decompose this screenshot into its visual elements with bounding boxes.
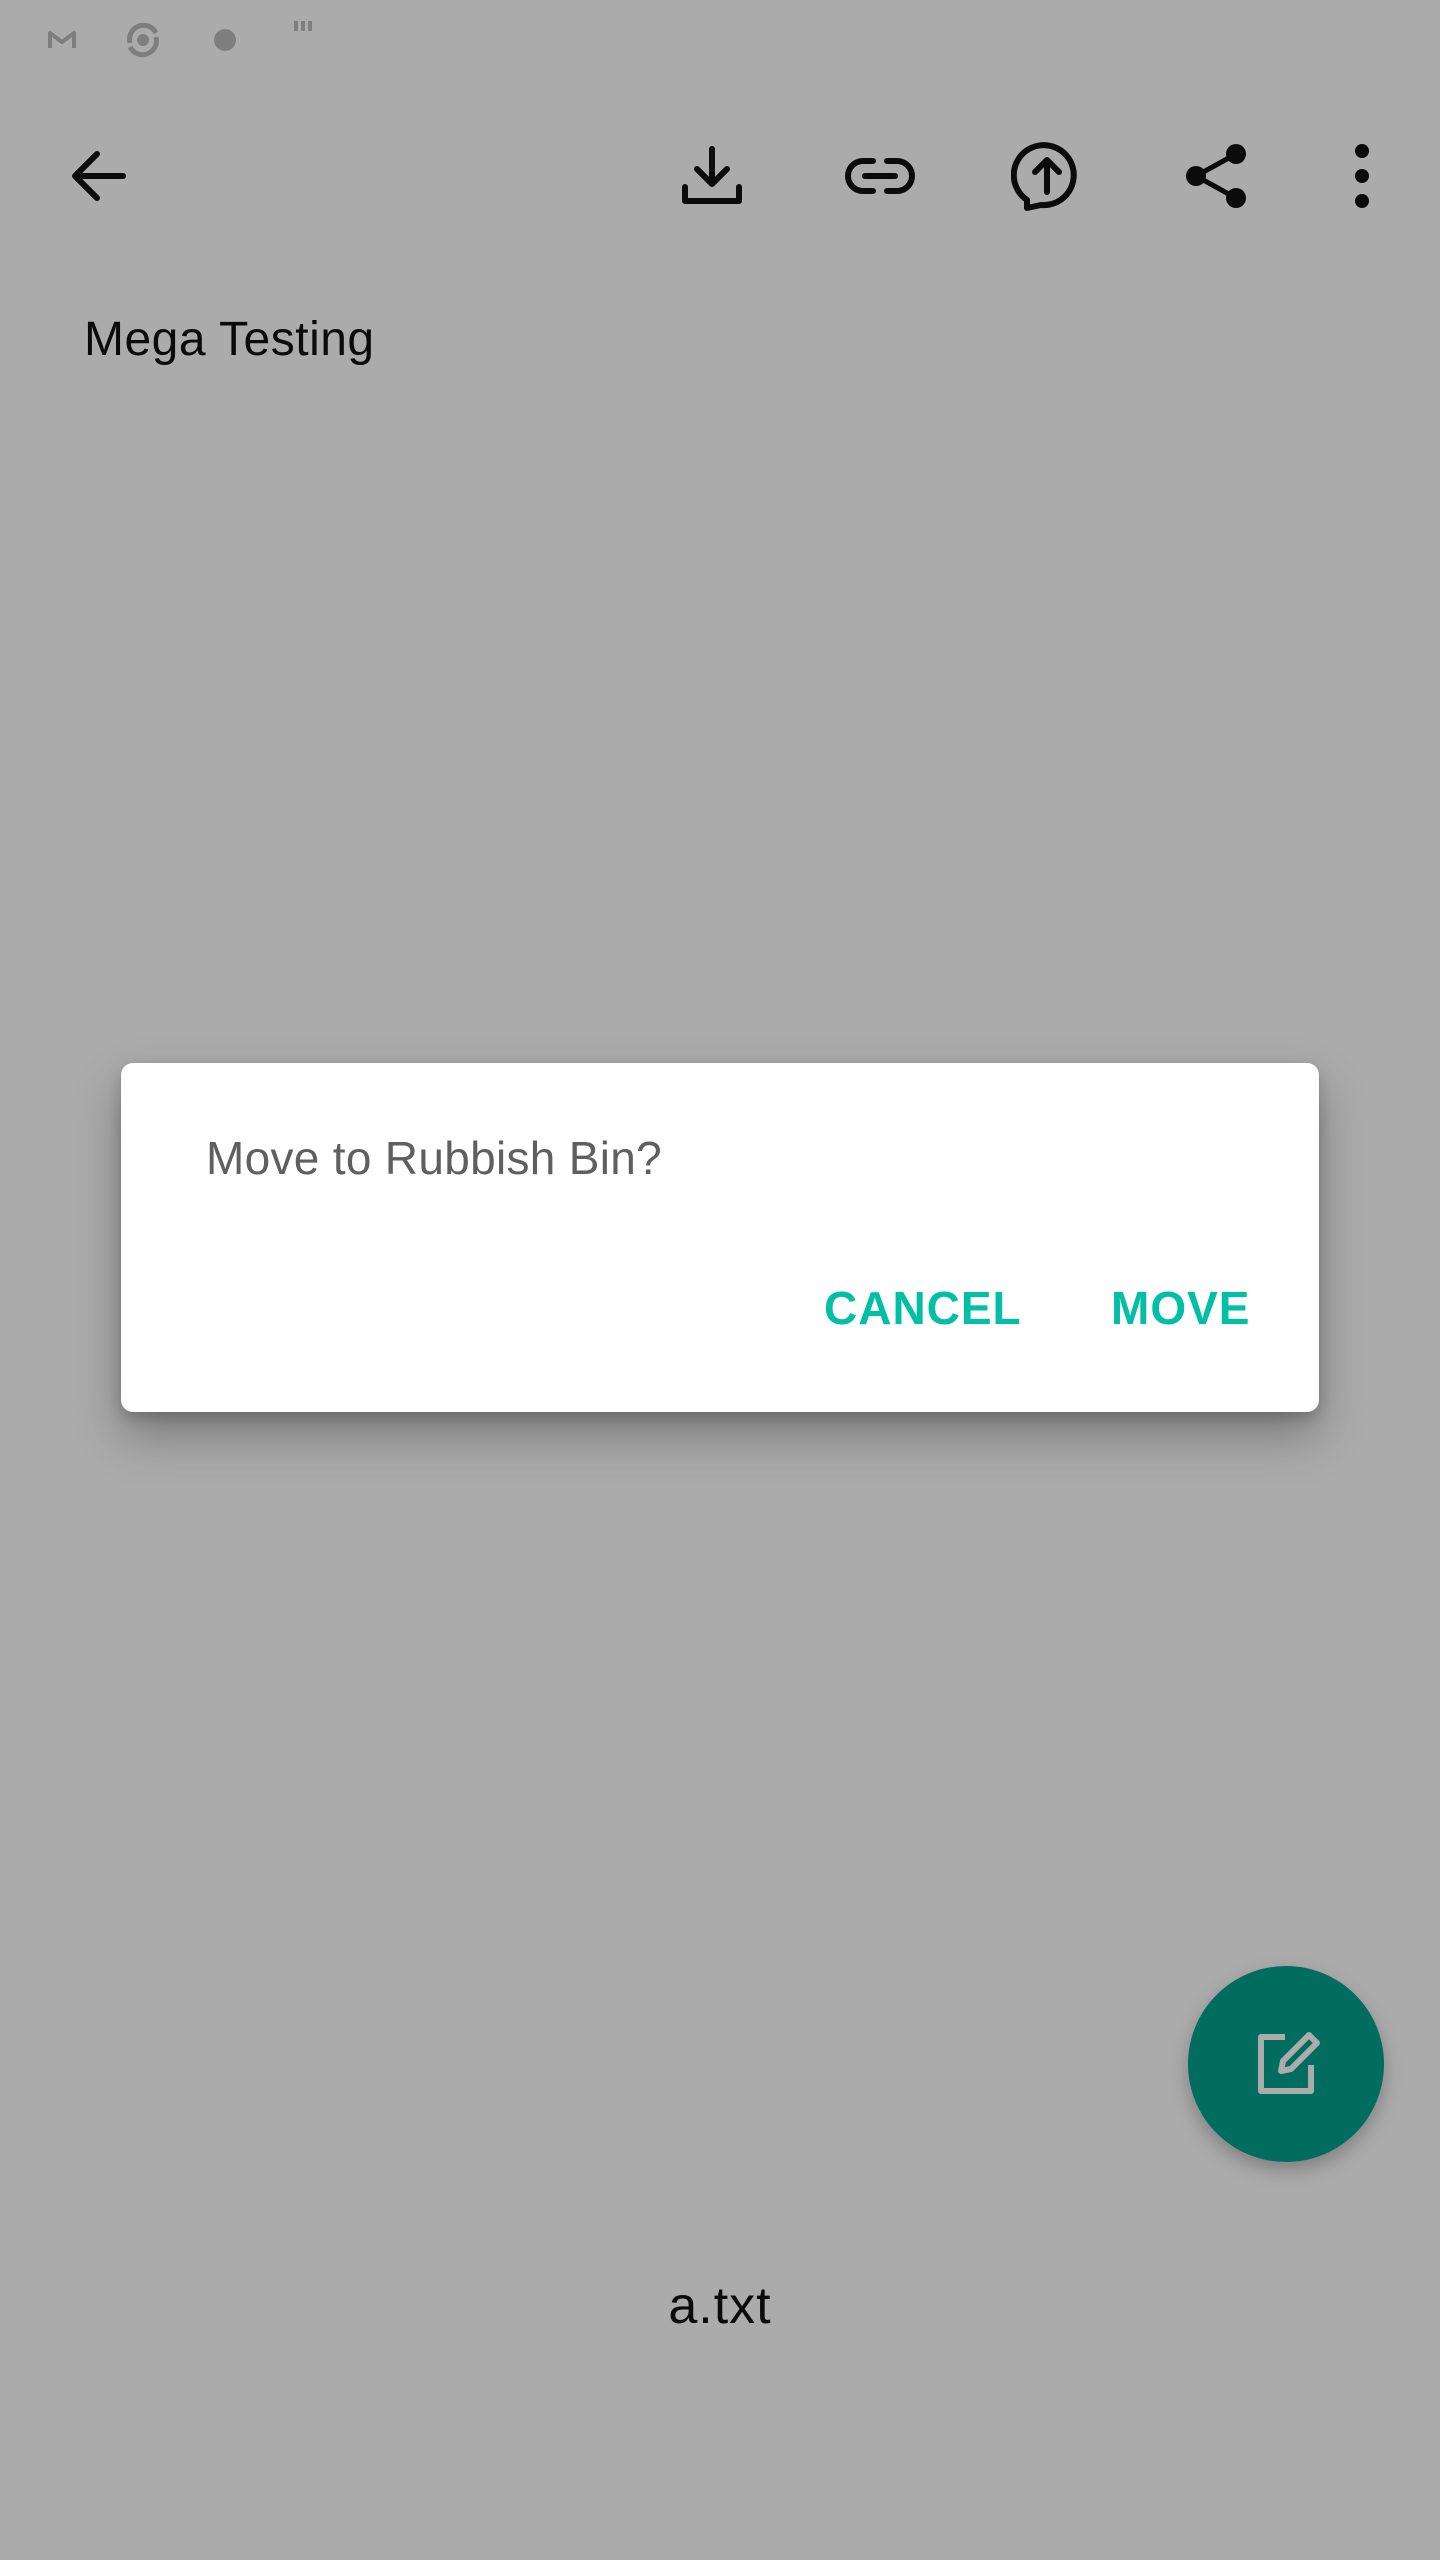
dialog-message: Move to Rubbish Bin?	[206, 1132, 663, 1184]
move-to-rubbish-dialog: Move to Rubbish Bin? CANCEL MOVE	[121, 1063, 1319, 1412]
move-button[interactable]: MOVE	[1111, 1281, 1250, 1335]
cancel-button[interactable]: CANCEL	[824, 1281, 1022, 1335]
screen: 4:24 Mega Testing a.txt Move to Rubbish …	[0, 0, 1440, 2560]
